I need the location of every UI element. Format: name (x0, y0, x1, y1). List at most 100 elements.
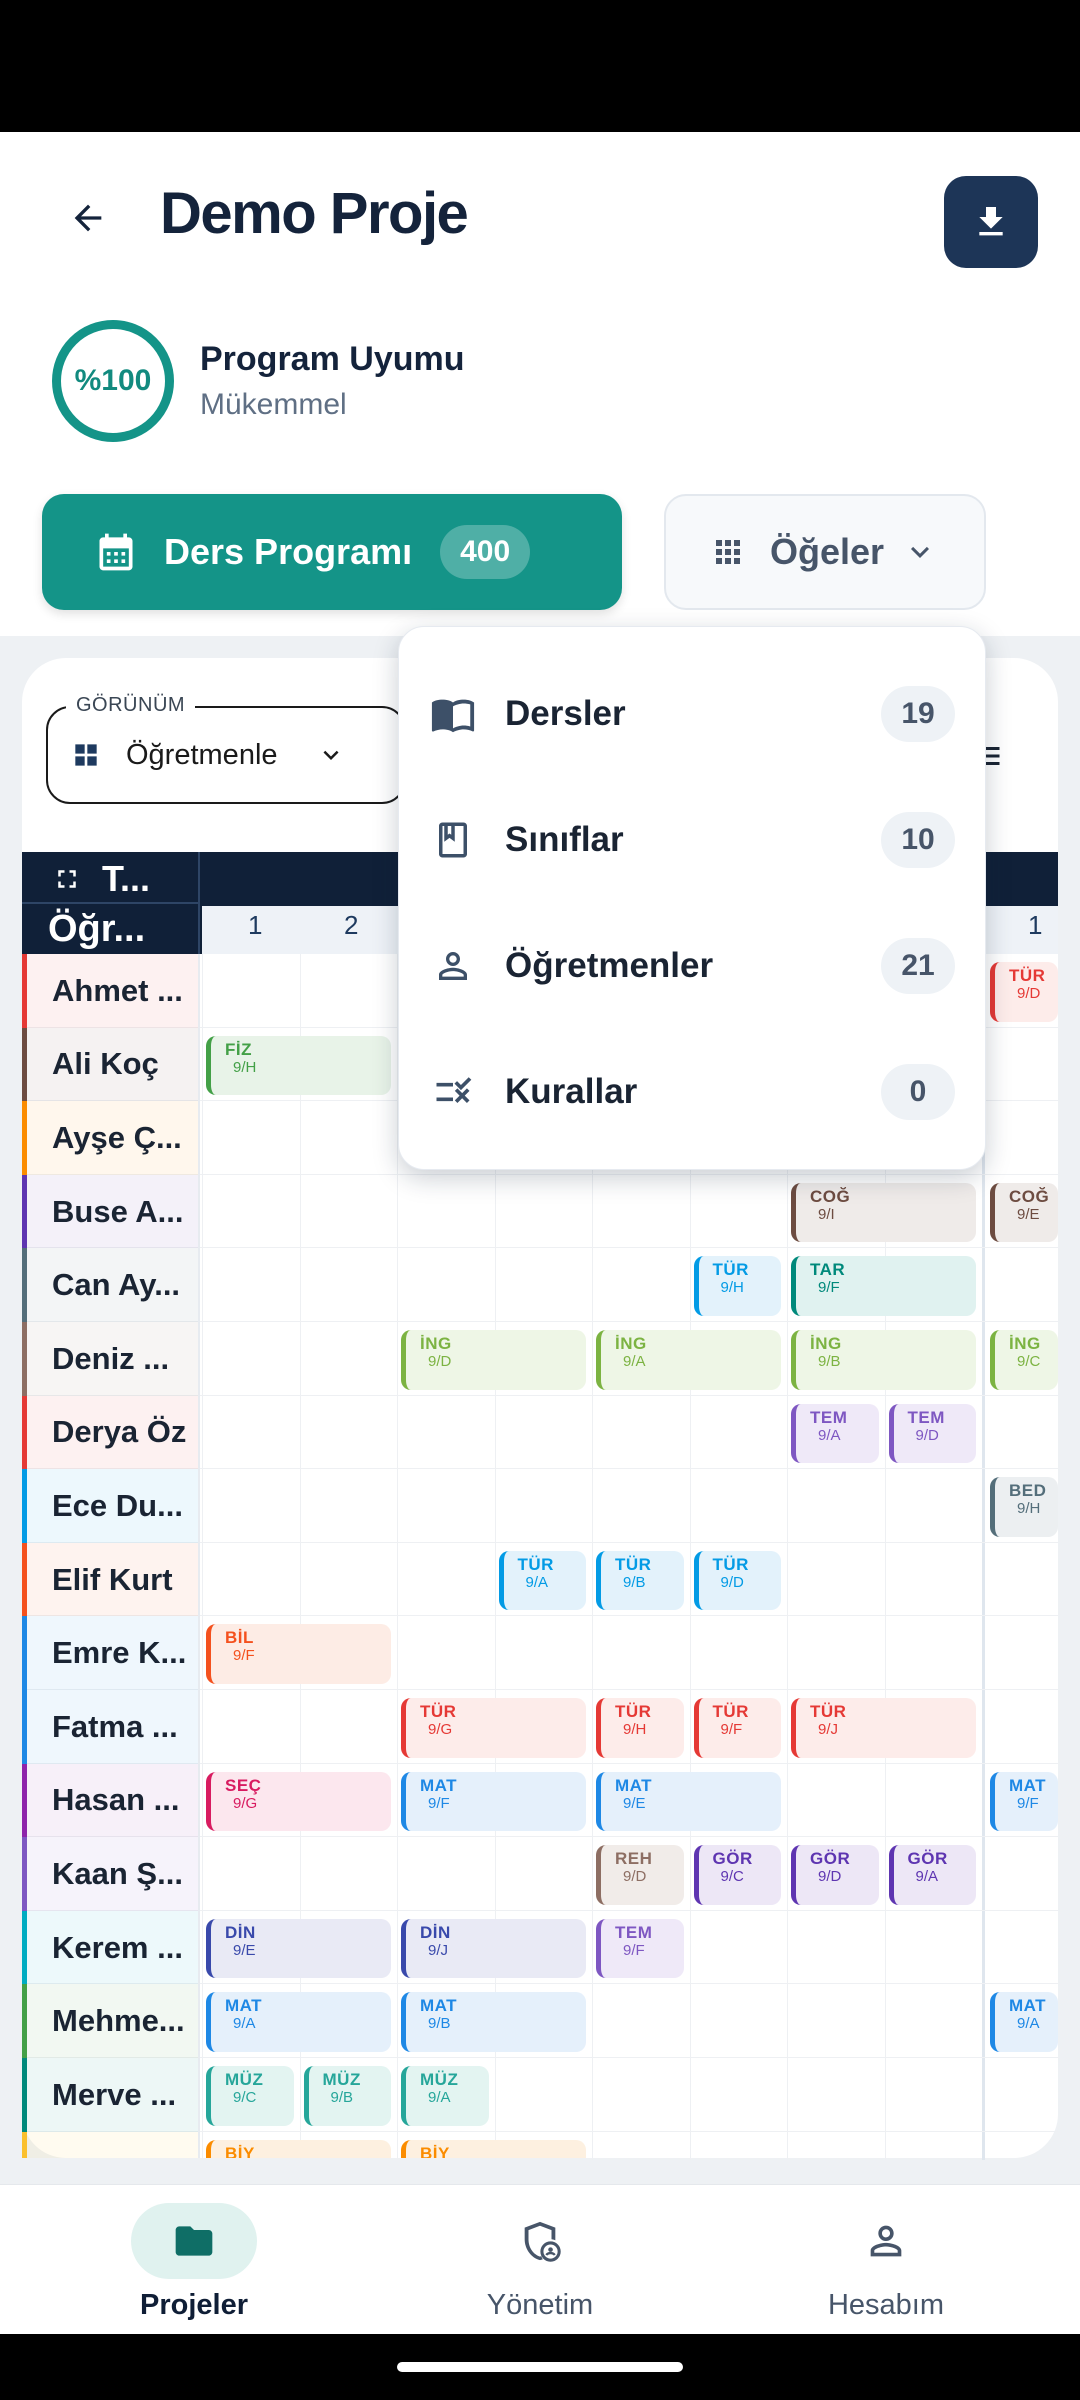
lesson-class: 9/E (623, 1794, 646, 1812)
lesson-cell[interactable]: MAT 9/F (990, 1771, 1058, 1832)
lesson-cell[interactable]: TÜR 9/H (596, 1698, 684, 1758)
dropdown-item-dersler[interactable]: Dersler 19 (399, 659, 987, 769)
lesson-cell[interactable]: MAT 9/A (206, 1992, 391, 2052)
lesson-cell[interactable]: İNG 9/D (401, 1330, 586, 1390)
lesson-cell[interactable]: TÜR 9/H (693, 1256, 781, 1316)
lesson-subject: BİL (225, 1628, 254, 1648)
lesson-subject: MAT (1009, 1775, 1047, 1795)
lesson-subject: TEM (615, 1922, 653, 1942)
lesson-class: 9/E (1017, 1205, 1040, 1223)
lesson-subject: FİZ (225, 1039, 252, 1059)
lesson-class: 9/A (623, 1353, 646, 1370)
lesson-class: 9/A (818, 1426, 841, 1444)
lesson-subject: TÜR (810, 1702, 847, 1721)
lesson-cell[interactable]: TÜR 9/J (791, 1698, 976, 1758)
lesson-cell[interactable]: GÖR 9/D (791, 1845, 879, 1905)
nav-label: Projeler (140, 2289, 248, 2321)
lesson-subject: MAT (225, 1996, 263, 2016)
lesson-cell[interactable]: TEM 9/A (791, 1403, 879, 1464)
lesson-cell[interactable]: MAT 9/B (401, 1992, 586, 2052)
lesson-cell[interactable]: GÖR 9/A (888, 1845, 976, 1905)
nav-yonetim[interactable]: Yönetim (420, 2185, 660, 2335)
nav-projeler[interactable]: Projeler (74, 2185, 314, 2335)
lesson-cell[interactable]: TÜR 9/F (693, 1698, 781, 1758)
lesson-cell[interactable]: İNG 9/A (596, 1330, 781, 1390)
lesson-cell[interactable]: TÜR 9/B (596, 1550, 684, 1611)
lesson-class: 9/D (1017, 985, 1041, 1002)
lesson-class: 9/F (623, 1941, 645, 1959)
lesson-class: 9/B (330, 2089, 354, 2106)
lesson-class: 9/C (1017, 1353, 1041, 1370)
lesson-class: 9/B (428, 2015, 451, 2033)
lesson-cell[interactable]: BED 9/H (990, 1477, 1058, 1537)
dropdown-item-siniflar[interactable]: Sınıflar 10 (399, 785, 987, 895)
lesson-cell[interactable]: SEÇ 9/G (206, 1771, 391, 1832)
lesson-cell[interactable]: GÖR 9/C (693, 1845, 781, 1905)
lesson-cell[interactable]: TEM 9/F (596, 1918, 684, 1979)
lesson-subject: MAT (420, 1996, 458, 2016)
lesson-cell[interactable]: BİY (401, 2139, 586, 2158)
lesson-subject: BİY (420, 2143, 450, 2158)
lesson-subject: TÜR (420, 1702, 457, 1721)
lesson-subject: TÜR (712, 1260, 749, 1280)
lesson-class: 9/F (720, 1721, 743, 1738)
lesson-cell[interactable]: MÜZ 9/B (303, 2066, 391, 2126)
lesson-cell[interactable]: TEM 9/D (888, 1403, 976, 1464)
lesson-cell[interactable]: İNG 9/B (791, 1330, 976, 1390)
nav-icon-container (823, 2203, 949, 2279)
lesson-cell[interactable]: BİY (206, 2139, 391, 2158)
lesson-cell[interactable]: REH 9/D (596, 1845, 684, 1905)
lesson-subject: MÜZ (420, 2070, 459, 2089)
lesson-cell[interactable]: FİZ 9/H (206, 1035, 391, 1096)
lesson-cell[interactable]: COĞ 9/E (990, 1182, 1058, 1243)
lesson-cell[interactable]: TÜR 9/D (990, 962, 1058, 1022)
dropdown-item-count: 21 (881, 938, 955, 994)
lesson-cell[interactable]: TÜR 9/A (498, 1550, 586, 1611)
lesson-class: 9/F (233, 1647, 255, 1665)
lesson-subject: TÜR (712, 1554, 749, 1574)
lesson-cell[interactable]: DİN 9/E (206, 1918, 391, 1979)
lesson-class: 9/D (915, 1426, 939, 1444)
dropdown-item-ogretmenler[interactable]: Öğretmenler 21 (399, 911, 987, 1021)
lesson-class: 9/J (428, 1941, 449, 1959)
lesson-subject: REH (615, 1849, 653, 1869)
nav-label: Hesabım (827, 2289, 945, 2321)
lesson-cell[interactable]: MAT 9/A (990, 1992, 1058, 2052)
lesson-cell[interactable]: BİL 9/F (206, 1624, 391, 1684)
lesson-cell[interactable]: TAR 9/F (791, 1256, 976, 1316)
book-open-icon (429, 690, 477, 738)
home-indicator[interactable] (397, 2362, 683, 2372)
dropdown-item-kurallar[interactable]: Kurallar 0 (399, 1037, 987, 1147)
shield-person-icon (524, 2221, 561, 2262)
bookmark-book-icon (429, 816, 477, 864)
items-dropdown-menu: Dersler 19 Sınıflar 10 Öğretmenler 21 Ku… (398, 626, 986, 1170)
lesson-cell[interactable]: COĞ 9/I (791, 1182, 976, 1243)
nav-hesabim[interactable]: Hesabım (766, 2185, 1006, 2335)
lesson-cell[interactable]: MAT 9/F (401, 1771, 586, 1832)
lesson-cell[interactable]: MAT 9/E (596, 1771, 781, 1832)
lesson-subject: İNG (810, 1334, 842, 1353)
folder-icon (175, 2226, 213, 2256)
account-icon (870, 2225, 902, 2257)
lesson-subject: MÜZ (322, 2070, 361, 2089)
lesson-subject: BED (1009, 1481, 1047, 1501)
lesson-subject: COĞ (810, 1186, 851, 1206)
lesson-subject: DİN (420, 1922, 451, 1942)
lesson-class: 9/I (818, 1205, 835, 1223)
lesson-subject: İNG (615, 1334, 647, 1353)
lesson-subject: İNG (420, 1334, 452, 1353)
lesson-subject: BİY (225, 2143, 255, 2158)
lesson-cell[interactable]: MÜZ 9/C (206, 2066, 294, 2126)
lesson-cell[interactable]: TÜR 9/G (401, 1698, 586, 1758)
lesson-class: 9/H (720, 1279, 744, 1297)
lesson-cell[interactable]: TÜR 9/D (693, 1550, 781, 1611)
dropdown-item-count: 19 (881, 686, 955, 742)
lesson-subject: TEM (810, 1407, 848, 1427)
person-icon (429, 942, 477, 990)
lesson-subject: SEÇ (225, 1775, 262, 1795)
lesson-cell[interactable]: MÜZ 9/A (401, 2066, 489, 2126)
lesson-cell[interactable]: DİN 9/J (401, 1918, 586, 1979)
nav-icon-container (477, 2203, 603, 2279)
lesson-class: 9/A (428, 2089, 451, 2106)
lesson-cell[interactable]: İNG 9/C (990, 1330, 1058, 1390)
